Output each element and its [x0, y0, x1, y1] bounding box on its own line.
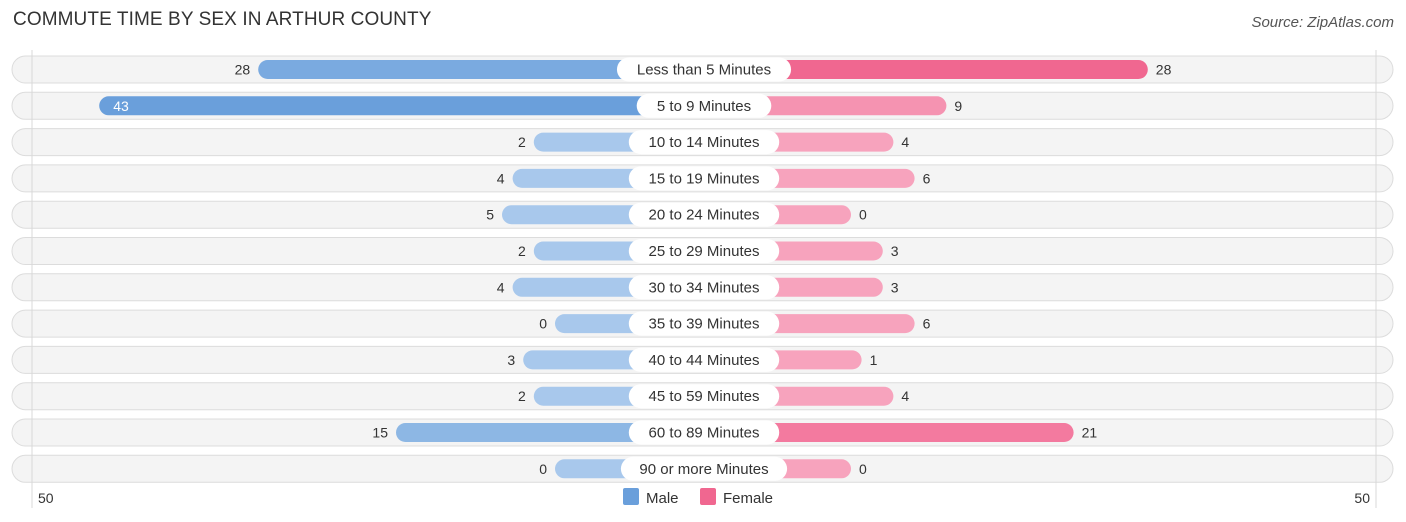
value-label-male: 3: [507, 352, 515, 368]
chart-row: 20 to 24 Minutes 5 0: [11, 200, 1394, 229]
value-label-female: 1: [870, 352, 878, 368]
legend-swatch-female: [700, 488, 716, 505]
chart-row: Less than 5 Minutes 28 28: [11, 55, 1394, 84]
value-label-male: 4: [497, 170, 505, 186]
category-label: 60 to 89 Minutes: [649, 425, 760, 442]
category-label: 25 to 29 Minutes: [649, 243, 760, 260]
chart-row: 25 to 29 Minutes 2 3: [11, 237, 1394, 265]
category-label: 40 to 44 Minutes: [649, 352, 760, 369]
legend: Male Female: [623, 488, 773, 507]
chart-row: 45 to 59 Minutes 2 4: [11, 382, 1394, 411]
chart-row: 30 to 34 Minutes 4 3: [11, 273, 1394, 302]
value-label-female: 4: [901, 388, 909, 404]
value-label-male: 2: [518, 388, 526, 404]
legend-swatch-male: [623, 488, 639, 505]
value-label-female: 0: [859, 461, 867, 477]
chart-row: 35 to 39 Minutes 0 6: [11, 309, 1394, 338]
value-label-female: 9: [954, 98, 962, 114]
bar-male: [99, 96, 704, 116]
category-label: 35 to 39 Minutes: [649, 316, 760, 333]
chart-canvas: Less than 5 Minutes28 285 to 9 Minutes43 9…: [11, 50, 1394, 508]
value-label-female: 3: [891, 243, 899, 259]
value-label-male: 2: [518, 243, 526, 259]
category-label: 30 to 34 Minutes: [649, 279, 760, 296]
chart-rows: Less than 5 Minutes28 285 to 9 Minutes43 9…: [11, 55, 1394, 483]
chart-row: 10 to 14 Minutes 2 4: [11, 128, 1394, 157]
chart-row: 5 to 9 Minutes 43 9: [11, 91, 1394, 120]
value-label-female: 28: [1156, 62, 1172, 78]
category-label: Less than 5 Minutes: [637, 62, 771, 79]
chart-row: 90 or more Minutes 0 0: [11, 454, 1394, 483]
value-label-female: 6: [923, 316, 931, 332]
value-label-female: 21: [1082, 425, 1098, 441]
chart-row: 60 to 89 Minutes 15 21: [11, 418, 1394, 447]
axis-tick-right: 50: [1354, 490, 1370, 506]
axis-tick-left: 50: [38, 490, 54, 506]
category-label: 15 to 19 Minutes: [649, 170, 760, 187]
chart-row: 15 to 19 Minutes 4 6: [11, 164, 1394, 193]
category-label: 10 to 14 Minutes: [649, 134, 760, 151]
category-label: 90 or more Minutes: [639, 461, 768, 478]
category-label: 45 to 59 Minutes: [649, 388, 760, 405]
legend-label-female: Female: [723, 490, 773, 507]
category-label: 5 to 9 Minutes: [657, 98, 751, 115]
value-label-male: 15: [372, 425, 388, 441]
value-label-male: 4: [497, 279, 505, 295]
legend-label-male: Male: [646, 490, 679, 507]
value-label-male: 43: [113, 98, 129, 114]
value-label-male: 5: [486, 207, 494, 223]
value-label-male: 2: [518, 134, 526, 150]
value-label-female: 3: [891, 279, 899, 295]
value-label-male: 28: [235, 62, 251, 78]
chart-row: 40 to 44 Minutes 3 1: [11, 345, 1394, 374]
value-label-male: 0: [539, 461, 547, 477]
value-label-female: 0: [859, 207, 867, 223]
category-label: 20 to 24 Minutes: [649, 207, 760, 224]
value-label-male: 0: [539, 316, 547, 332]
value-label-female: 4: [901, 134, 909, 150]
value-label-female: 6: [923, 170, 931, 186]
